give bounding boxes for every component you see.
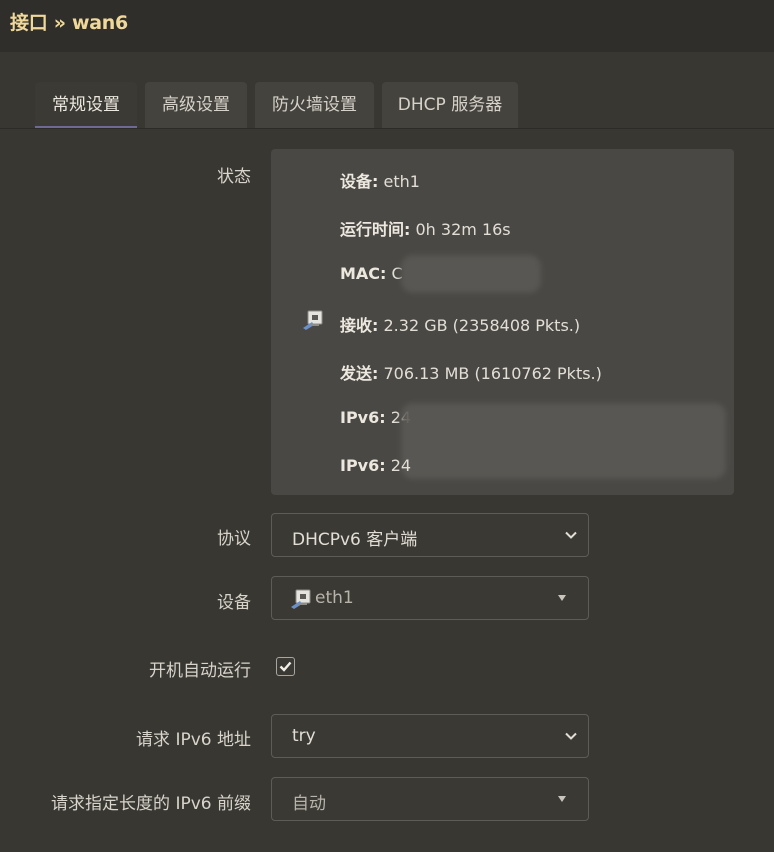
checkmark-icon	[279, 661, 292, 672]
chevron-down-icon	[565, 732, 577, 740]
status-ipv6-1-key: IPv6:	[340, 408, 386, 427]
device-label: 设备	[217, 593, 251, 613]
autostart-label: 开机自动运行	[149, 661, 251, 681]
request-ipv6-value: try	[292, 726, 316, 746]
header-bar: 接口 » wan6	[0, 0, 774, 52]
tab-general-settings[interactable]: 常规设置	[35, 82, 137, 129]
page-title: 接口 » wan6	[10, 12, 128, 34]
status-rx-key: 接收:	[340, 316, 379, 335]
status-tx-value: 706.13 MB (1610762 Pkts.)	[383, 364, 602, 383]
prefix-length-label: 请求指定长度的 IPv6 前缀	[51, 794, 251, 814]
protocol-value: DHCPv6 客户端	[292, 530, 418, 550]
triangle-down-icon	[558, 595, 566, 601]
status-uptime-key: 运行时间:	[340, 220, 411, 239]
protocol-select[interactable]: DHCPv6 客户端	[271, 513, 589, 557]
redaction-blur	[401, 255, 541, 293]
protocol-label: 协议	[217, 529, 251, 549]
ethernet-port-icon	[291, 589, 311, 609]
tab-dhcp-server[interactable]: DHCP 服务器	[382, 82, 518, 128]
status-rx: 接收: 2.32 GB (2358408 Pkts.)	[340, 312, 580, 336]
status-ipv6-2-key: IPv6:	[340, 456, 386, 475]
status-panel: 设备: eth1 运行时间: 0h 32m 16s MAC: C 接收: 2.3…	[271, 149, 734, 495]
ethernet-port-icon	[303, 310, 323, 330]
autostart-checkbox[interactable]	[276, 657, 295, 676]
status-tx-key: 发送:	[340, 364, 379, 383]
status-mac-key: MAC:	[340, 264, 387, 283]
status-ipv6-2-value: 24	[390, 456, 412, 475]
status-label: 状态	[217, 167, 251, 187]
status-uptime: 运行时间: 0h 32m 16s	[340, 216, 511, 240]
status-rx-value: 2.32 GB (2358408 Pkts.)	[383, 316, 581, 335]
chevron-down-icon	[565, 531, 577, 539]
prefix-length-dropdown[interactable]: 自动	[271, 777, 589, 821]
status-device-value: eth1	[383, 172, 420, 191]
tab-divider	[0, 128, 774, 129]
tab-advanced-settings[interactable]: 高级设置	[145, 82, 247, 128]
request-ipv6-select[interactable]: try	[271, 714, 589, 758]
status-ipv6-2: IPv6: 24	[340, 456, 411, 475]
request-ipv6-label: 请求 IPv6 地址	[136, 730, 251, 750]
status-tx: 发送: 706.13 MB (1610762 Pkts.)	[340, 360, 602, 384]
device-dropdown[interactable]: eth1	[271, 576, 589, 620]
status-mac: MAC: C	[340, 264, 403, 283]
device-value: eth1	[315, 588, 354, 608]
redaction-blur	[401, 403, 726, 479]
status-device: 设备: eth1	[340, 168, 420, 192]
prefix-length-value: 自动	[292, 794, 326, 814]
triangle-down-icon	[558, 796, 566, 802]
status-device-key: 设备:	[340, 172, 379, 191]
tab-firewall-settings[interactable]: 防火墙设置	[255, 82, 374, 128]
status-uptime-value: 0h 32m 16s	[415, 220, 511, 239]
